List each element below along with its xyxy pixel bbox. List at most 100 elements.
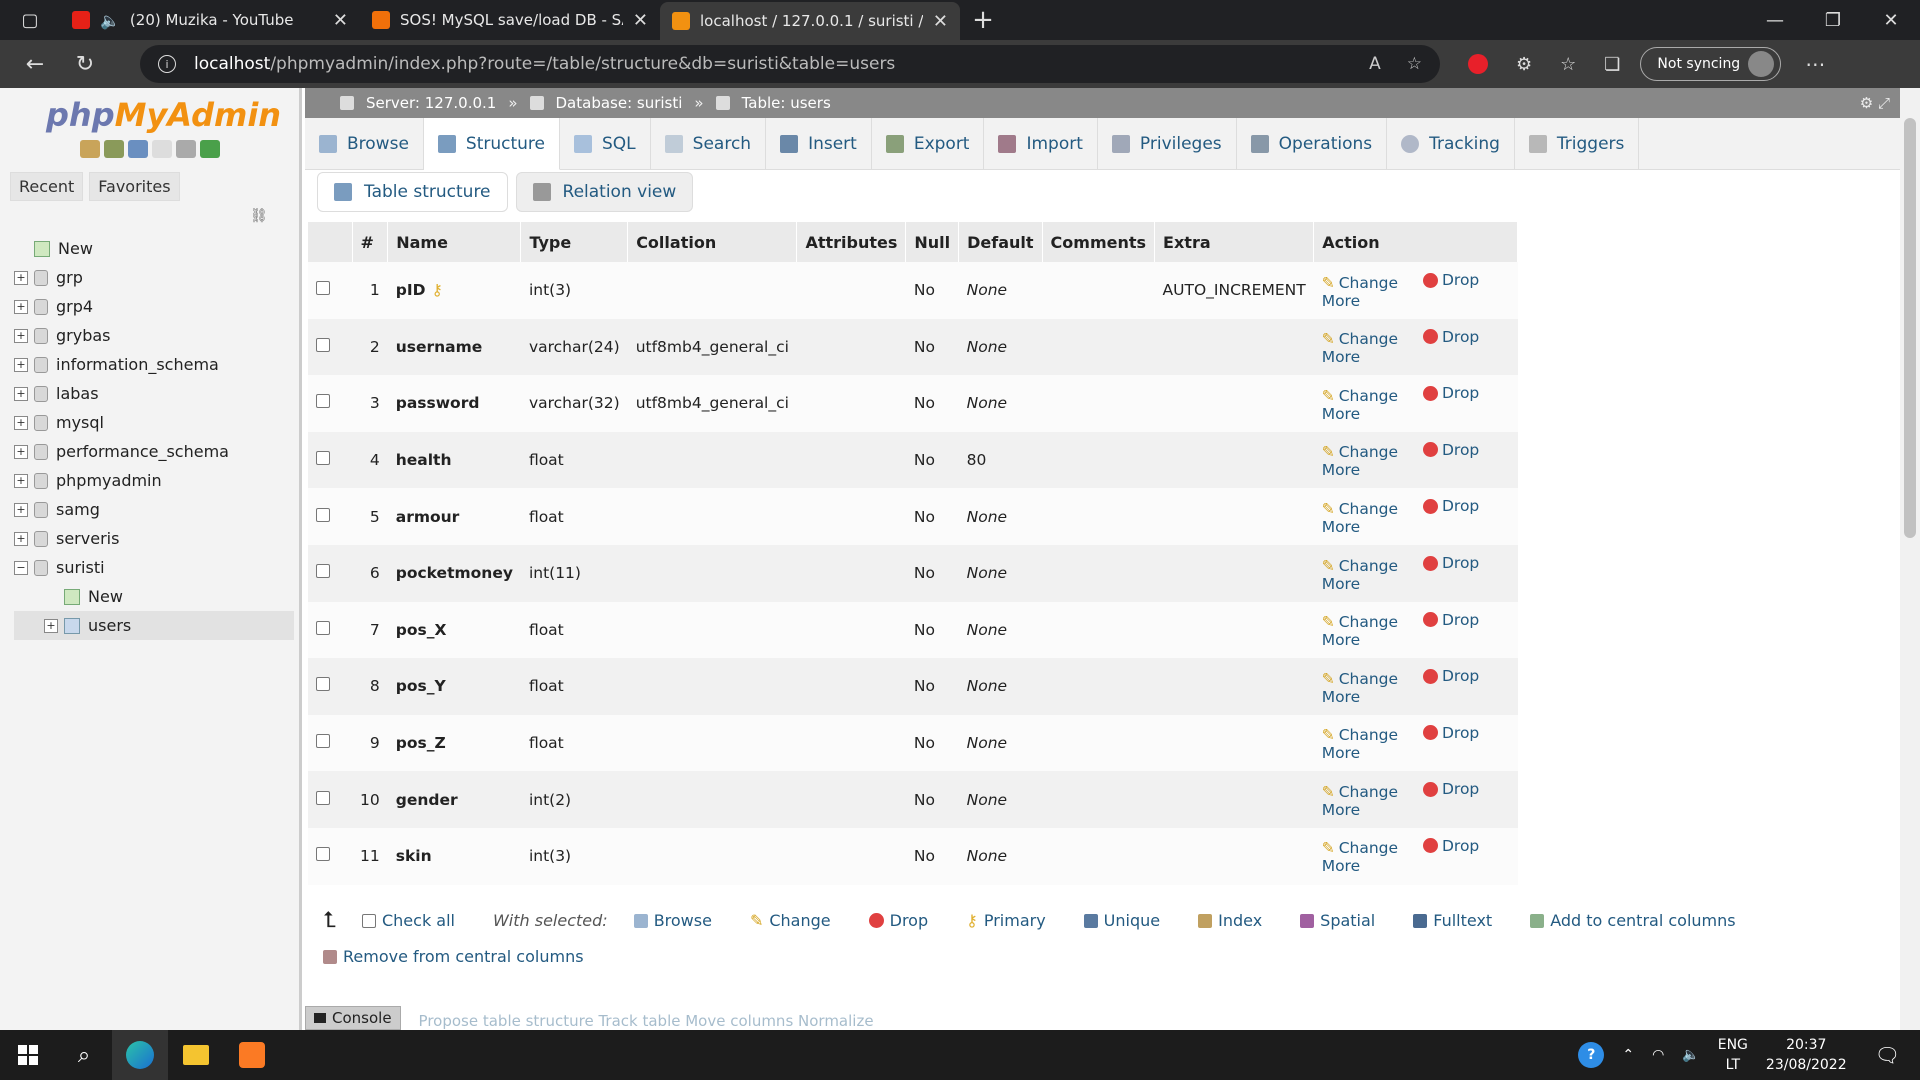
link-with-main-icon[interactable]: ⛓ xyxy=(250,208,268,224)
clock[interactable]: 20:37 23/08/2022 xyxy=(1766,1035,1847,1075)
change-button[interactable]: ✎ Change xyxy=(1322,274,1398,292)
console-button[interactable]: Console xyxy=(305,1006,401,1030)
search-icon[interactable]: ⌕ xyxy=(56,1030,112,1080)
check-all-label[interactable]: Check all xyxy=(382,911,455,930)
reload-icon[interactable] xyxy=(200,140,220,158)
more-button[interactable]: More xyxy=(1322,688,1360,706)
field-name[interactable]: pocketmoney xyxy=(396,564,513,582)
tab-triggers[interactable]: Triggers xyxy=(1515,118,1640,170)
drop-button[interactable]: Drop xyxy=(1422,724,1479,742)
field-name[interactable]: pID xyxy=(396,281,426,299)
row-checkbox[interactable] xyxy=(316,734,330,749)
change-button[interactable]: ✎ Change xyxy=(1322,557,1398,575)
wifi-icon[interactable]: ◠ xyxy=(1652,1047,1664,1063)
volume-icon[interactable]: 🔈 xyxy=(1682,1047,1699,1063)
field-name[interactable]: pos_Z xyxy=(396,734,446,752)
more-button[interactable]: More xyxy=(1322,744,1360,762)
collections-icon[interactable]: ❏ xyxy=(1604,54,1620,75)
field-name[interactable]: skin xyxy=(396,847,432,865)
file-explorer-icon[interactable] xyxy=(168,1030,224,1080)
drop-button[interactable]: Drop xyxy=(1422,271,1479,289)
header-name[interactable]: Name xyxy=(387,222,522,262)
more-button[interactable]: More xyxy=(1322,631,1360,649)
notifications-icon[interactable]: 🗨 xyxy=(1875,1043,1900,1067)
tree-db-labas[interactable]: + labas xyxy=(14,379,294,408)
favorites-tab[interactable]: Favorites xyxy=(89,172,180,201)
table-structure-tab[interactable]: Table structure xyxy=(317,172,508,212)
collapse-icon[interactable]: − xyxy=(14,560,28,575)
bulk-index-button[interactable]: Index xyxy=(1198,911,1262,930)
tree-db-mysql[interactable]: + mysql xyxy=(14,408,294,437)
docs-icon[interactable] xyxy=(152,140,172,158)
minimize-icon[interactable]: — xyxy=(1746,0,1804,40)
field-name[interactable]: gender xyxy=(396,791,458,809)
tree-db-phpmyadmin[interactable]: + phpmyadmin xyxy=(14,466,294,495)
drop-button[interactable]: Drop xyxy=(1422,497,1479,515)
check-all[interactable]: Check all xyxy=(361,911,455,930)
row-checkbox[interactable] xyxy=(316,337,330,352)
speaker-icon[interactable]: 🔈 xyxy=(100,11,120,30)
row-checkbox[interactable] xyxy=(316,451,330,466)
tree-db-grp[interactable]: + grp xyxy=(14,263,294,292)
tree-suristi-new[interactable]: New xyxy=(14,582,294,611)
change-button[interactable]: ✎ Change xyxy=(1322,500,1398,518)
more-button[interactable]: More xyxy=(1322,348,1360,366)
bulk-fulltext-button[interactable]: Fulltext xyxy=(1413,911,1492,930)
tree-table-users[interactable]: + users xyxy=(14,611,294,640)
sync-button[interactable]: Not syncing xyxy=(1640,47,1782,81)
field-name[interactable]: armour xyxy=(396,508,460,526)
change-button[interactable]: ✎ Change xyxy=(1322,839,1398,857)
logout-icon[interactable] xyxy=(104,140,124,158)
close-tab-icon[interactable]: ✕ xyxy=(333,10,348,31)
drop-button[interactable]: Drop xyxy=(1422,611,1479,629)
row-checkbox[interactable] xyxy=(316,620,330,635)
change-button[interactable]: ✎ Change xyxy=(1322,670,1398,688)
expand-icon[interactable]: + xyxy=(14,357,28,372)
tree-db-grp4[interactable]: + grp4 xyxy=(14,292,294,321)
row-checkbox[interactable] xyxy=(316,847,330,862)
more-button[interactable]: More xyxy=(1322,801,1360,819)
browser-tab-youtube[interactable]: 🔈 (20) Muzika - YouTube ✕ xyxy=(60,0,360,40)
field-name[interactable]: pos_Y xyxy=(396,677,446,695)
expand-icon[interactable]: + xyxy=(14,502,28,517)
expand-icon[interactable]: + xyxy=(14,299,28,314)
refresh-icon[interactable]: ↻ xyxy=(60,52,110,77)
row-checkbox[interactable] xyxy=(316,394,330,409)
partially-hidden-links[interactable]: Propose table structure Track table Move… xyxy=(419,1012,874,1030)
settings-gear-icon[interactable]: ⚙ ⤢ xyxy=(1860,94,1890,112)
xampp-icon[interactable] xyxy=(224,1030,280,1080)
drop-button[interactable]: Drop xyxy=(1422,667,1479,685)
tab-structure[interactable]: Structure xyxy=(423,118,560,170)
expand-icon[interactable]: + xyxy=(14,473,28,488)
field-name[interactable]: username xyxy=(396,338,483,356)
tree-db-grybas[interactable]: + grybas xyxy=(14,321,294,350)
phpmyadmin-logo[interactable]: phpMyAdmin xyxy=(46,96,281,134)
expand-icon[interactable]: + xyxy=(14,270,28,285)
change-button[interactable]: ✎ Change xyxy=(1322,783,1398,801)
expand-icon[interactable]: + xyxy=(14,531,28,546)
tab-export[interactable]: Export xyxy=(872,118,985,170)
field-name[interactable]: pos_X xyxy=(396,621,447,639)
help-icon[interactable]: ? xyxy=(1578,1042,1605,1068)
tree-db-suristi[interactable]: − suristi xyxy=(14,553,294,582)
browser-tab-phpmyadmin[interactable]: localhost / 127.0.0.1 / suristi / use ✕ xyxy=(660,2,960,40)
new-tab-button[interactable]: + xyxy=(960,0,1006,40)
info-icon[interactable]: i xyxy=(158,55,176,73)
change-button[interactable]: ✎ Change xyxy=(1322,387,1398,405)
extensions-puzzle-icon[interactable]: ⚙ xyxy=(1516,54,1532,75)
back-arrow-icon[interactable]: ← xyxy=(10,52,60,77)
tab-operations[interactable]: Operations xyxy=(1237,118,1388,170)
breadcrumb-table[interactable]: Table: users xyxy=(742,94,831,112)
url-input[interactable]: i localhost /phpmyadmin/index.php?route=… xyxy=(140,45,1440,83)
change-button[interactable]: ✎ Change xyxy=(1322,613,1398,631)
breadcrumb-database[interactable]: Database: suristi xyxy=(556,94,683,112)
settings-icon[interactable] xyxy=(176,140,196,158)
drop-button[interactable]: Drop xyxy=(1422,780,1479,798)
expand-icon[interactable]: + xyxy=(14,386,28,401)
close-window-icon[interactable]: ✕ xyxy=(1862,0,1920,40)
bulk-browse-button[interactable]: Browse xyxy=(633,911,712,930)
tree-db-information-schema[interactable]: + information_schema xyxy=(14,350,294,379)
bulk-unique-button[interactable]: Unique xyxy=(1083,911,1160,930)
row-checkbox[interactable] xyxy=(316,564,330,579)
edge-browser-icon[interactable] xyxy=(112,1030,168,1080)
